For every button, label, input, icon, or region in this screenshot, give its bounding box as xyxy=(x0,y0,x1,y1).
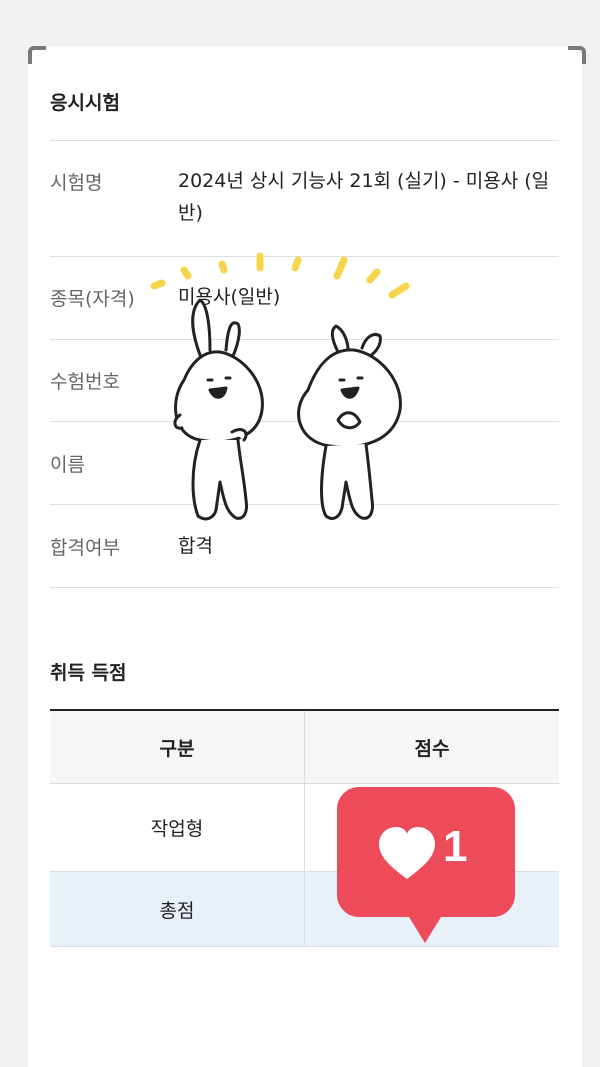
row-divider xyxy=(50,946,559,947)
right-bunny xyxy=(297,324,402,520)
like-count: 1 xyxy=(443,822,468,871)
score-section-title: 취득 득점 xyxy=(50,662,127,684)
divider xyxy=(50,140,559,141)
exam-name-value: 2024년 상시 기능사 21회 (실기) - 미용사 (일반) xyxy=(178,170,550,224)
left-bunny xyxy=(173,298,264,521)
like-badge xyxy=(337,787,515,943)
screenshot-corner-left xyxy=(28,46,46,64)
pass-status-label: 합격여부 xyxy=(50,537,120,559)
total-category-cell: 총점 xyxy=(159,899,195,922)
exam-section-title: 응시시험 xyxy=(50,92,120,114)
screenshot-corner-right xyxy=(568,46,586,64)
practical-category-cell: 작업형 xyxy=(150,818,204,840)
bunnies-sticker xyxy=(150,252,410,521)
column-header-score: 점수 xyxy=(414,737,450,760)
exam-name-label: 시험명 xyxy=(50,172,103,194)
column-header-category: 구분 xyxy=(159,737,195,760)
sparkle-lines xyxy=(150,252,410,299)
pass-status-value: 합격 xyxy=(178,535,213,557)
divider xyxy=(50,587,559,588)
